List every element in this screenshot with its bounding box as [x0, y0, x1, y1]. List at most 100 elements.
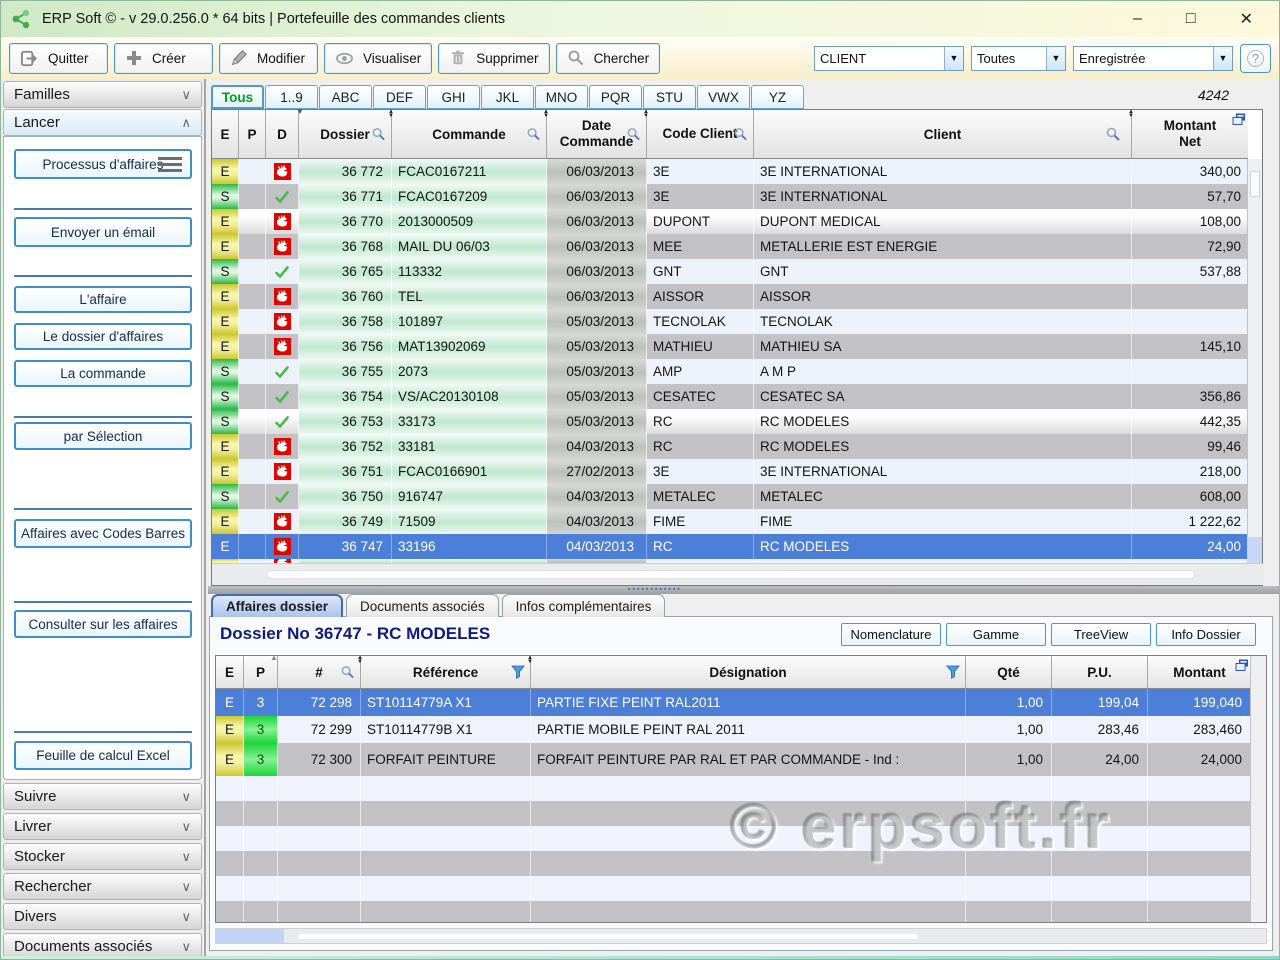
order-row[interactable]: E36 75810189705/03/2013TECNOLAKTECNOLAK	[212, 309, 1248, 334]
order-row[interactable]: E36 770201300050906/03/2013DUPONTDUPONT …	[212, 209, 1248, 234]
sidebar-section-suivre[interactable]: Suivre ∨	[3, 783, 202, 810]
orders-vertical-scrollbar[interactable]	[1247, 159, 1262, 565]
scrollbar-thumb[interactable]	[1250, 171, 1260, 197]
delete-button[interactable]: Supprimer	[438, 43, 549, 74]
sidebar-section-familles[interactable]: Familles ∨	[3, 81, 202, 108]
sidebar-section-rechercher[interactable]: Rechercher ∨	[3, 873, 202, 900]
col-header-code-client[interactable]: Code Client	[647, 110, 754, 158]
detail-row[interactable]: E372 300FORFAIT PEINTUREFORFAIT PEINTURE…	[216, 743, 1251, 776]
order-row[interactable]: S36 75091674704/03/2013METALECMETALEC608…	[212, 484, 1248, 509]
search-icon[interactable]	[626, 127, 641, 142]
order-row[interactable]: E36 756MAT1390206905/03/2013MATHIEUMATHI…	[212, 334, 1248, 359]
filter-icon[interactable]	[511, 665, 525, 679]
search-icon[interactable]	[371, 127, 386, 142]
order-row[interactable]: S36 771FCAC016720906/03/20133E3E INTERNA…	[212, 184, 1248, 209]
status-filter-dropdown[interactable]: Enregistrée ▼	[1073, 46, 1233, 71]
order-row[interactable]: E36 751FCAC016690127/02/20133E3E INTERNA…	[212, 459, 1248, 484]
tab-infos-complementaires[interactable]: Infos complémentaires	[502, 594, 666, 617]
order-row[interactable]: E36 7473319604/03/2013RCRC MODELES24,00	[212, 534, 1248, 559]
alpha-tab-def[interactable]: DEF	[373, 85, 426, 109]
col-header-d[interactable]: D	[266, 110, 299, 158]
maximize-button[interactable]: □	[1186, 10, 1196, 28]
minimize-button[interactable]: –	[1133, 10, 1142, 28]
affaire-button[interactable]: L'affaire	[14, 286, 192, 313]
order-row[interactable]: S36 76511333206/03/2013GNTGNT537,88	[212, 259, 1248, 284]
alpha-tab-pqr[interactable]: PQR	[589, 85, 642, 109]
chevron-down-icon[interactable]: ▼	[1046, 47, 1065, 70]
order-row[interactable]: E36 7523318104/03/2013RCRC MODELES99,46	[212, 434, 1248, 459]
codes-barres-button[interactable]: Affaires avec Codes Barres	[14, 519, 192, 548]
scrollbar-thumb[interactable]	[298, 934, 918, 939]
col-header-qte[interactable]: Qté	[966, 656, 1052, 688]
excel-button[interactable]: Feuille de calcul Excel	[14, 741, 192, 770]
panel-splitter[interactable]: ▪▪▪▪▪▪▪▪▪▪▪▪	[208, 586, 1280, 594]
sidebar-section-lancer[interactable]: Lancer ∧	[3, 109, 202, 136]
splitter-grip-icon[interactable]: ▪▪▪▪▪▪▪▪▪▪▪▪	[628, 586, 682, 594]
alpha-tab-abc[interactable]: ABC	[319, 85, 372, 109]
help-button[interactable]: ?	[1240, 44, 1271, 73]
order-row[interactable]: E36 768MAIL DU 06/0306/03/2013MEEMETALLE…	[212, 234, 1248, 259]
par-selection-button[interactable]: par Sélection	[14, 422, 192, 450]
col-header-pu[interactable]: P.U.	[1052, 656, 1148, 688]
scrollbar-block[interactable]	[216, 929, 284, 943]
order-row[interactable]: E36 772FCAC016721106/03/20133E3E INTERNA…	[212, 159, 1248, 184]
alpha-tab-jkl[interactable]: JKL	[481, 85, 534, 109]
search-button[interactable]: Chercher	[556, 43, 661, 74]
card-view-icon[interactable]	[1235, 658, 1249, 672]
treeview-button[interactable]: TreeView	[1051, 623, 1151, 646]
col-header-e[interactable]: E	[212, 110, 239, 158]
col-header-reference[interactable]: Référence	[361, 656, 531, 688]
search-icon[interactable]	[1105, 126, 1121, 142]
order-row[interactable]: S36 754VS/AC2013010805/03/2013CESATECCES…	[212, 384, 1248, 409]
sidebar-section-divers[interactable]: Divers ∨	[3, 903, 202, 930]
order-row[interactable]: S36 755207305/03/2013AMPA M P	[212, 359, 1248, 384]
order-row[interactable]: E36 760TEL06/03/2013AISSORAISSOR	[212, 284, 1248, 309]
commande-button[interactable]: La commande	[14, 360, 192, 387]
view-button[interactable]: Visualiser	[324, 43, 432, 74]
sidebar-section-livrer[interactable]: Livrer ∨	[3, 813, 202, 840]
col-header-dossier[interactable]: Dossier	[299, 110, 392, 158]
orders-horizontal-scrollbar[interactable]	[212, 563, 1264, 585]
alpha-tab-tous[interactable]: Tous	[211, 85, 264, 109]
chevron-down-icon[interactable]: ▼	[944, 47, 963, 70]
col-header-commande[interactable]: Commande	[392, 110, 547, 158]
nomenclature-button[interactable]: Nomenclature	[841, 623, 941, 646]
tab-documents-associes[interactable]: Documents associés	[346, 594, 499, 617]
create-button[interactable]: Créer	[114, 43, 213, 74]
detail-horizontal-scrollbar[interactable]	[215, 928, 1267, 944]
quit-button[interactable]: Quitter	[9, 43, 108, 74]
card-view-icon[interactable]	[1232, 112, 1246, 126]
info-dossier-button[interactable]: Info Dossier	[1156, 623, 1256, 646]
sidebar-section-stocker[interactable]: Stocker ∨	[3, 843, 202, 870]
order-row[interactable]: E36 7497150904/03/2013FIMEFIME1 222,62	[212, 509, 1248, 534]
col-header-montant-net[interactable]: Montant Net	[1132, 110, 1248, 158]
chevron-down-icon[interactable]: ▼	[1213, 47, 1232, 70]
alpha-tab-mno[interactable]: MNO	[535, 85, 588, 109]
col-header-date-commande[interactable]: Date Commande	[547, 110, 647, 158]
alpha-tab-19[interactable]: 1..9	[265, 85, 318, 109]
gamme-button[interactable]: Gamme	[946, 623, 1046, 646]
search-icon[interactable]	[340, 665, 355, 680]
dossier-affaires-button[interactable]: Le dossier d'affaires	[14, 323, 192, 350]
consulter-affaires-button[interactable]: Consulter sur les affaires	[14, 610, 192, 638]
detail-row[interactable]: E372 299ST10114779B X1PARTIE MOBILE PEIN…	[216, 716, 1251, 743]
col-header-e[interactable]: E	[216, 656, 244, 688]
modify-button[interactable]: Modifier	[219, 43, 318, 74]
toutes-filter-dropdown[interactable]: Toutes ▼	[971, 46, 1066, 71]
close-button[interactable]: ✕	[1240, 9, 1253, 29]
alpha-tab-yz[interactable]: YZ	[751, 85, 804, 109]
process-button[interactable]: Processus d'affaires	[14, 149, 192, 179]
detail-row[interactable]: E372 298ST10114779A X1PARTIE FIXE PEINT …	[216, 689, 1251, 716]
col-header-montant[interactable]: Montant	[1148, 656, 1251, 688]
order-row[interactable]: S36 7533317305/03/2013RCRC MODELES442,35	[212, 409, 1248, 434]
alpha-tab-ghi[interactable]: GHI	[427, 85, 480, 109]
col-header-client[interactable]: Client	[754, 110, 1132, 158]
alpha-tab-stu[interactable]: STU	[643, 85, 696, 109]
client-filter-dropdown[interactable]: CLIENT ▼	[814, 46, 964, 71]
alpha-tab-vwx[interactable]: VWX	[697, 85, 750, 109]
detail-vertical-scrollbar[interactable]	[1250, 656, 1266, 922]
col-header-designation[interactable]: Désignation	[531, 656, 966, 688]
search-icon[interactable]	[733, 127, 748, 142]
tab-affaires-dossier[interactable]: Affaires dossier	[211, 594, 343, 617]
search-icon[interactable]	[526, 127, 541, 142]
